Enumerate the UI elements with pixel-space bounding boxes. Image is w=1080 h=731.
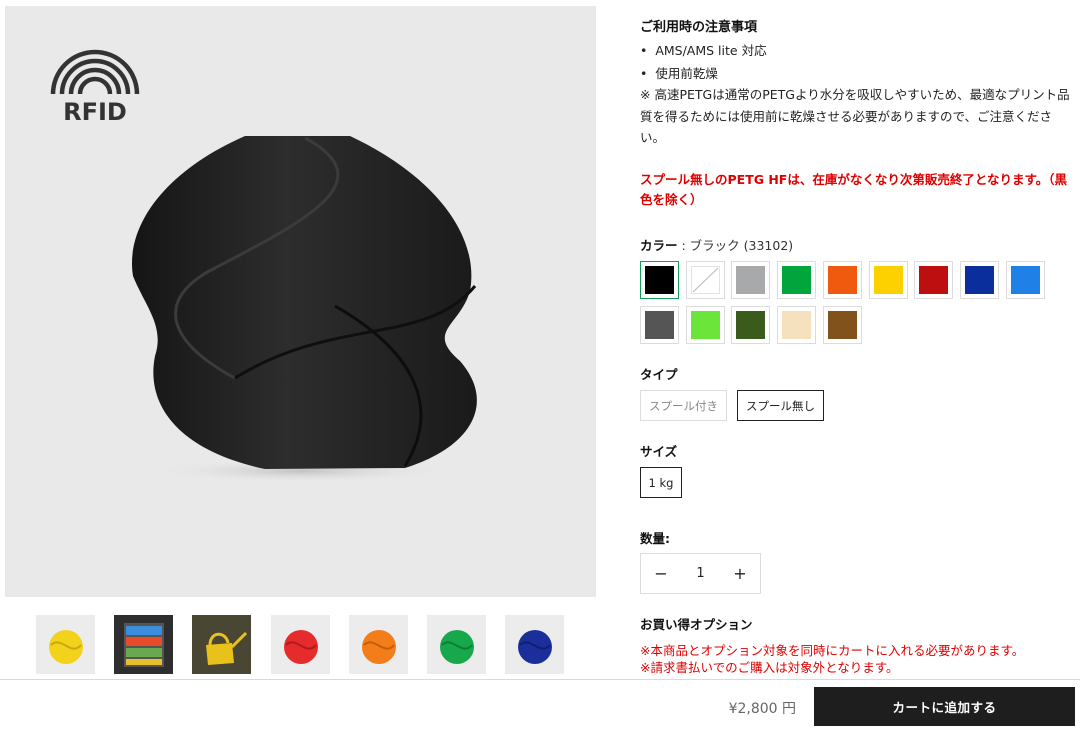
color-swatch[interactable] bbox=[959, 261, 999, 299]
color-swatch[interactable] bbox=[685, 306, 725, 344]
color-chip bbox=[827, 266, 857, 294]
size-label: サイズ bbox=[640, 444, 678, 459]
notice-title: ご利用時の注意事項 bbox=[640, 20, 758, 35]
quantity-decrease-button[interactable]: − bbox=[641, 554, 681, 593]
size-option-1kg[interactable]: 1 kg bbox=[640, 467, 682, 498]
thumbnail-orange-vase[interactable] bbox=[349, 615, 408, 674]
color-chip bbox=[782, 311, 812, 339]
color-chip bbox=[919, 266, 949, 294]
color-value: : ブラック (33102) bbox=[677, 238, 794, 253]
thumbnail-watering-can[interactable] bbox=[192, 615, 251, 674]
color-chip bbox=[645, 311, 674, 339]
color-chip bbox=[690, 311, 720, 339]
type-label: タイプ bbox=[640, 367, 678, 382]
color-label: カラー : ブラック (33102) bbox=[640, 238, 794, 253]
color-chip bbox=[645, 266, 674, 294]
main-product-image[interactable]: RFID bbox=[5, 6, 596, 597]
bundle-title: お買い得オプション bbox=[640, 617, 753, 632]
color-chip bbox=[736, 311, 766, 339]
color-swatch[interactable] bbox=[1005, 261, 1045, 299]
color-swatch[interactable] bbox=[685, 261, 725, 299]
color-swatch[interactable] bbox=[914, 261, 954, 299]
thumbnail-yellow-vase[interactable] bbox=[36, 615, 95, 674]
quantity-label: 数量: bbox=[640, 531, 670, 546]
color-chip bbox=[736, 266, 766, 294]
color-chip bbox=[782, 266, 812, 294]
color-swatch[interactable] bbox=[731, 261, 771, 299]
quantity-value[interactable]: 1 bbox=[681, 554, 720, 593]
color-chip bbox=[690, 266, 720, 294]
black-vase-image bbox=[131, 136, 477, 483]
color-swatch[interactable] bbox=[822, 306, 862, 344]
color-chip bbox=[1010, 266, 1040, 294]
quantity-increase-button[interactable]: + bbox=[720, 554, 760, 593]
color-swatch[interactable] bbox=[731, 306, 771, 344]
color-swatch[interactable] bbox=[777, 261, 817, 299]
color-swatch[interactable] bbox=[868, 261, 908, 299]
thumbnail-red-vase[interactable] bbox=[271, 615, 330, 674]
quantity-stepper: − 1 + bbox=[640, 553, 761, 594]
thumbnail-green-vase[interactable] bbox=[427, 615, 486, 674]
price: ¥2,800 円 bbox=[728, 701, 796, 717]
color-swatch[interactable] bbox=[640, 306, 679, 344]
color-chip bbox=[873, 266, 903, 294]
type-option-with-spool[interactable]: スプール付き bbox=[640, 390, 727, 421]
bundle-note: ※請求書払いでのご購入は対象外となります。 bbox=[640, 660, 899, 675]
add-to-cart-button[interactable]: カートに追加する bbox=[814, 687, 1075, 726]
discontinue-warning: スプール無しのPETG HFは、在庫がなくなり次第販売終了となります。（黒色を除… bbox=[640, 172, 1067, 207]
notice-bullet: • 使用前乾燥 bbox=[640, 66, 718, 81]
thumbnail-drawer-print[interactable] bbox=[114, 615, 173, 674]
color-swatch[interactable] bbox=[777, 306, 817, 344]
notice-bullet: • AMS/AMS lite 対応 bbox=[640, 43, 767, 58]
thumbnail-blue-vase[interactable] bbox=[505, 615, 564, 674]
color-chip bbox=[964, 266, 994, 294]
sticky-cart-bar: ¥2,800 円 カートに追加する bbox=[0, 679, 1080, 731]
color-swatch[interactable] bbox=[640, 261, 679, 299]
type-option-no-spool[interactable]: スプール無し bbox=[737, 390, 824, 421]
color-chip bbox=[827, 311, 857, 339]
notice-note: ※ 高速PETGは通常のPETGより水分を吸収しやすいため、最適なプリント品質を… bbox=[640, 87, 1070, 145]
color-swatch[interactable] bbox=[822, 261, 862, 299]
